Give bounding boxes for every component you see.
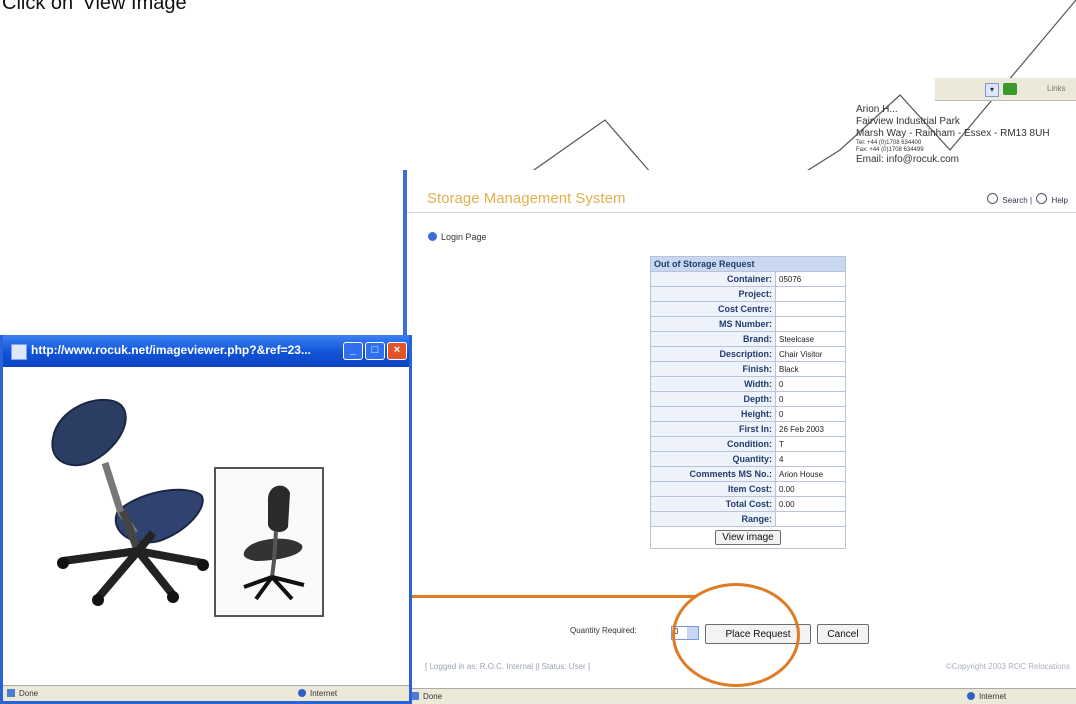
table-row: Quantity: 4	[650, 451, 846, 467]
system-title: Storage Management System	[427, 190, 626, 207]
field-label: Item Cost:	[650, 481, 776, 497]
popup-status-zone: Internet	[298, 689, 337, 698]
field-label: Total Cost:	[650, 496, 776, 512]
field-value: Arion House	[775, 466, 846, 482]
table-row: Depth: 0	[650, 391, 846, 407]
company-tel: Tel: +44 (0)1708 634400	[856, 140, 922, 146]
popup-status-done: Done	[7, 689, 38, 698]
table-row: Item Cost: 0.00	[650, 481, 846, 497]
table-header-row: Out of Storage Request	[650, 256, 846, 272]
status-zone-internet: Internet	[967, 692, 1006, 701]
field-label: Container:	[650, 271, 776, 287]
company-line: Arion H...	[856, 104, 898, 115]
table-body: Container: 05076 Project: Cost Centre: MS Nu…	[650, 271, 846, 527]
company-fax: Fax: +44 (0)1708 634499	[856, 147, 924, 153]
field-value: T	[775, 436, 846, 452]
system-header-bar: Storage Management System Search | Help	[407, 184, 1076, 213]
copyright-footer: ©Copyright 2003 ROC Relocations	[945, 662, 1070, 671]
company-line: Fairview Industrial Park	[856, 116, 960, 127]
popup-title-text: http://www.rocuk.net/imageviewer.php?&re…	[31, 343, 311, 357]
top-links: Search | Help	[985, 193, 1068, 205]
login-status-footer: [ Logged in as: R.O.C. Internal || Statu…	[425, 662, 591, 671]
kneeling-chair-image	[51, 398, 209, 606]
help-icon[interactable]	[1036, 193, 1048, 204]
table-row: Comments MS No.: Arion House	[650, 466, 846, 482]
table-row: Finish: Black	[650, 361, 846, 377]
field-value: 0.00	[775, 496, 846, 512]
go-button[interactable]	[1003, 83, 1017, 95]
field-value: 0	[775, 376, 846, 392]
field-value: 0.00	[775, 481, 846, 497]
field-value: Black	[775, 361, 846, 377]
table-row: Description: Chair Visitor	[650, 346, 846, 362]
field-value	[775, 316, 846, 332]
field-value	[775, 511, 846, 527]
highlight-circle	[672, 583, 800, 687]
field-value: 4	[775, 451, 846, 467]
ie-page-icon	[11, 344, 27, 360]
field-value: 05076	[775, 271, 846, 287]
field-label: Brand:	[650, 331, 776, 347]
table-row: Condition: T	[650, 436, 846, 452]
table-row: MS Number:	[650, 316, 846, 332]
field-label: Project:	[650, 286, 776, 302]
field-value: Chair Visitor	[775, 346, 846, 362]
table-row: Container: 05076	[650, 271, 846, 287]
table-row: Brand: Steelcase	[650, 331, 846, 347]
login-page-label: Login Page	[441, 232, 487, 242]
image-viewer-popup: http://www.rocuk.net/imageviewer.php?&re…	[0, 335, 412, 704]
field-label: Width:	[650, 376, 776, 392]
minimize-icon[interactable]: _	[343, 342, 363, 360]
browser-toolbar-strip: ▾ Links	[935, 78, 1076, 101]
field-label: Comments MS No.:	[650, 466, 776, 482]
view-image-button[interactable]: View image	[715, 530, 781, 545]
maximize-icon[interactable]: □	[365, 342, 385, 360]
login-page-link[interactable]: Login Page	[428, 232, 487, 242]
field-label: Depth:	[650, 391, 776, 407]
table-row: Cost Centre:	[650, 301, 846, 317]
field-value: 26 Feb 2003	[775, 421, 846, 437]
chair-thumbnail	[214, 467, 324, 617]
search-icon[interactable]	[987, 193, 999, 204]
quantity-required-label: Quantity Required:	[570, 626, 637, 635]
field-value	[775, 301, 846, 317]
cancel-button[interactable]: Cancel	[817, 624, 869, 644]
search-link[interactable]: Search	[1002, 196, 1027, 205]
field-value: Steelcase	[775, 331, 846, 347]
field-label: First In:	[650, 421, 776, 437]
field-label: Quantity:	[650, 451, 776, 467]
close-icon[interactable]: ×	[387, 342, 407, 360]
office-chair-thumbnail-image	[243, 485, 305, 601]
table-row: Total Cost: 0.00	[650, 496, 846, 512]
field-value: 0	[775, 406, 846, 422]
links-label[interactable]: Links	[1047, 84, 1066, 93]
address-dropdown-icon[interactable]: ▾	[985, 83, 999, 97]
status-done: Done	[411, 692, 442, 701]
company-email: Email: info@rocuk.com	[856, 154, 959, 165]
field-label: Range:	[650, 511, 776, 527]
back-arrow-icon	[428, 232, 437, 241]
field-label: Condition:	[650, 436, 776, 452]
field-label: Finish:	[650, 361, 776, 377]
table-row: Project:	[650, 286, 846, 302]
popup-title-bar[interactable]: http://www.rocuk.net/imageviewer.php?&re…	[3, 335, 409, 367]
company-address: Arion H... Fairview Industrial Park Mars…	[856, 104, 1076, 166]
table-row: Range:	[650, 511, 846, 527]
view-image-row: View image	[650, 526, 846, 549]
company-line: Marsh Way - Rainham - Essex - RM13 8UH	[856, 128, 1050, 139]
field-value	[775, 286, 846, 302]
field-value: 0	[775, 391, 846, 407]
table-row: Width: 0	[650, 376, 846, 392]
field-label: Height:	[650, 406, 776, 422]
table-row: First In: 26 Feb 2003	[650, 421, 846, 437]
table-title: Out of Storage Request	[650, 256, 846, 272]
storage-request-table: Out of Storage Request Container: 05076 Pr…	[650, 256, 846, 549]
table-row: Height: 0	[650, 406, 846, 422]
field-label: MS Number:	[650, 316, 776, 332]
field-label: Description:	[650, 346, 776, 362]
popup-status-bar: Done Internet	[3, 685, 409, 701]
field-label: Cost Centre:	[650, 301, 776, 317]
help-link[interactable]: Help	[1052, 196, 1068, 205]
main-status-bar: Done Internet	[407, 688, 1076, 704]
